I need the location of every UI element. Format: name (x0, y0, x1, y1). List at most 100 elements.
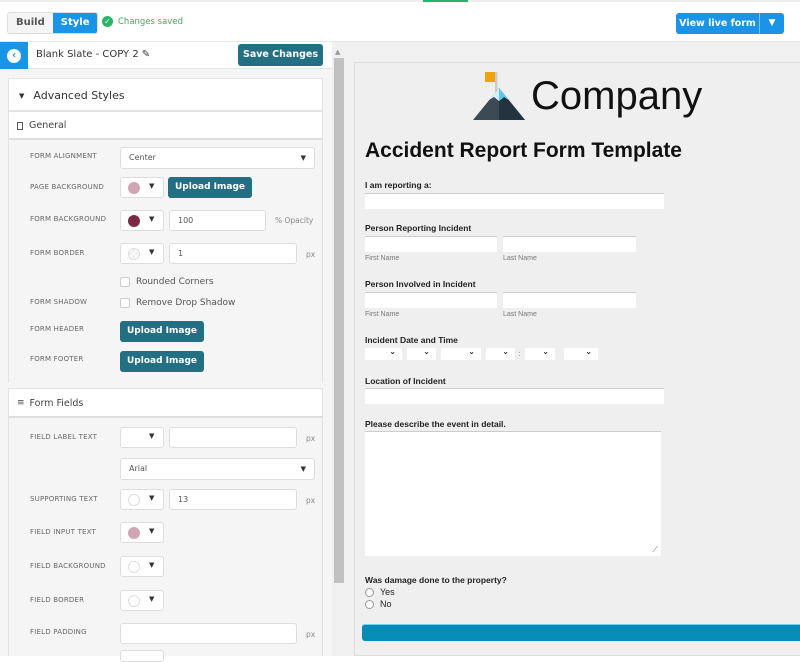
caret-down-icon: ▼ (149, 182, 155, 190)
form-opacity-input[interactable]: 100 (169, 210, 266, 231)
font-value: Arial (129, 464, 148, 473)
describe-textarea[interactable]: ⟋ (365, 431, 661, 556)
general-section-body: FORM ALIGNMENT Center ▼ PAGE BACKGROUND ▼… (8, 140, 323, 383)
save-changes-button[interactable]: Save Changes (238, 44, 323, 66)
reporting-input[interactable] (365, 193, 664, 209)
rounded-corners-checkbox[interactable]: Rounded Corners (120, 277, 214, 287)
field-label-font-select[interactable]: Arial ▼ (120, 458, 315, 480)
form-alignment-select[interactable]: Center ▼ (120, 147, 315, 169)
next-color-picker[interactable] (120, 650, 164, 662)
hour-select[interactable]: ⌄ (486, 347, 515, 360)
checkbox-box[interactable] (120, 298, 130, 308)
involved-last-name-input[interactable] (503, 292, 636, 308)
radio-circle[interactable] (365, 599, 374, 609)
px-unit: px (306, 434, 316, 443)
opacity-unit: % Opacity (275, 216, 314, 225)
damage-yes-radio[interactable]: Yes (365, 587, 395, 597)
location-label: Location of Incident (365, 376, 446, 386)
field-border-label: FIELD BORDER (30, 596, 85, 604)
form-shadow-label: FORM SHADOW (30, 298, 88, 306)
tab-build[interactable]: Build (8, 13, 53, 33)
last-name-caption: Last Name (503, 255, 537, 262)
caret-down-icon: ▼ (149, 432, 155, 440)
remove-drop-shadow-label: Remove Drop Shadow (136, 298, 236, 308)
back-button[interactable]: ‹ (0, 42, 28, 69)
check-circle-icon: ✓ (102, 16, 113, 27)
checkbox-box[interactable] (120, 277, 130, 287)
form-background-label: FORM BACKGROUND (30, 215, 107, 223)
form-fields-title: Form Fields (29, 397, 84, 409)
person-reporting-label: Person Reporting Incident (365, 223, 472, 233)
page-background-label: PAGE BACKGROUND (30, 183, 105, 191)
damage-label: Was damage done to the property? (365, 575, 507, 585)
radio-circle[interactable] (365, 587, 374, 597)
color-swatch (128, 182, 140, 194)
supporting-text-color-picker[interactable]: ▼ (120, 489, 164, 510)
field-input-text-label: FIELD INPUT TEXT (30, 528, 97, 536)
remove-drop-shadow-checkbox[interactable]: Remove Drop Shadow (120, 298, 235, 308)
editor-scrollbar[interactable]: ▲ (332, 42, 346, 656)
involved-first-name-input[interactable] (365, 292, 497, 308)
damage-no-radio[interactable]: No (365, 599, 392, 609)
tab-style[interactable]: Style (52, 13, 98, 33)
view-live-form-button[interactable]: View live form ▼ (676, 13, 784, 34)
yes-label: Yes (380, 587, 395, 597)
field-background-label: FIELD BACKGROUND (30, 562, 106, 570)
describe-label: Please describe the event in detail. (365, 419, 506, 429)
location-input[interactable] (365, 388, 664, 404)
advanced-styles-header[interactable]: ▼ Advanced Styles (8, 78, 323, 111)
color-swatch (128, 595, 140, 607)
form-border-width-input[interactable]: 1 (169, 243, 297, 264)
form-border-color-picker[interactable]: ▼ (120, 243, 164, 264)
reporting-last-name-input[interactable] (503, 236, 636, 252)
year-select[interactable]: ⌄ (441, 347, 481, 360)
field-input-text-color-picker[interactable]: ▼ (120, 522, 164, 543)
field-label-size-input[interactable] (169, 427, 297, 448)
caret-down-icon: ▼ (300, 465, 306, 473)
form-background-color-picker[interactable]: ▼ (120, 210, 164, 231)
ampm-select[interactable]: ⌄ (564, 347, 598, 360)
reporting-first-name-input[interactable] (365, 236, 497, 252)
field-background-color-picker[interactable]: ▼ (120, 556, 164, 577)
caret-down-icon: ▼ (149, 561, 155, 569)
page-background-color-picker[interactable]: ▼ (120, 177, 164, 198)
caret-down-icon[interactable]: ▼ (760, 13, 784, 34)
chevron-down-icon: ⌄ (502, 347, 509, 356)
scroll-up-icon[interactable]: ▲ (335, 48, 340, 56)
supporting-text-size-input[interactable]: 13 (169, 489, 297, 510)
mountain-flag-icon (473, 72, 525, 120)
form-fields-section-header[interactable]: ≡ Form Fields (8, 388, 323, 418)
submit-button[interactable] (362, 624, 800, 641)
rounded-corners-label: Rounded Corners (136, 277, 214, 287)
form-preview: Company Accident Report Form Template I … (354, 62, 800, 656)
page-background-upload-button[interactable]: Upload Image (168, 177, 252, 198)
day-select[interactable]: ⌄ (407, 347, 436, 360)
minute-select[interactable]: ⌄ (525, 347, 555, 360)
field-padding-input[interactable] (120, 623, 297, 644)
supporting-text-label: SUPPORTING TEXT (30, 495, 98, 503)
company-name: Company (531, 73, 703, 118)
person-involved-label: Person Involved in Incident (365, 279, 476, 289)
form-header-upload-button[interactable]: Upload Image (120, 321, 204, 342)
color-swatch (128, 215, 140, 227)
form-preview-pane: Company Accident Report Form Template I … (346, 42, 800, 656)
save-status-text: Changes saved (118, 16, 183, 27)
general-section-header[interactable]: General (8, 111, 323, 140)
month-select[interactable]: ⌄ (365, 347, 402, 360)
save-status: ✓ Changes saved (102, 16, 183, 27)
pencil-icon[interactable]: ✎ (142, 49, 150, 60)
scrollbar-thumb[interactable] (334, 58, 344, 583)
resize-grip-icon[interactable]: ⟋ (652, 545, 658, 555)
form-border-label: FORM BORDER (30, 249, 85, 257)
color-swatch (128, 527, 140, 539)
chevron-down-icon: ⌄ (423, 347, 430, 356)
view-live-form-label[interactable]: View live form (676, 13, 760, 34)
field-label-color-picker[interactable]: ▼ (120, 427, 164, 448)
form-footer-upload-button[interactable]: Upload Image (120, 351, 204, 372)
form-name[interactable]: Blank Slate - COPY 2 ✎ (36, 49, 150, 60)
date-time-label: Incident Date and Time (365, 335, 458, 345)
transparent-swatch (128, 248, 140, 260)
caret-down-icon: ▼ (19, 91, 25, 100)
company-logo: Company (473, 70, 702, 122)
field-border-color-picker[interactable]: ▼ (120, 590, 164, 611)
